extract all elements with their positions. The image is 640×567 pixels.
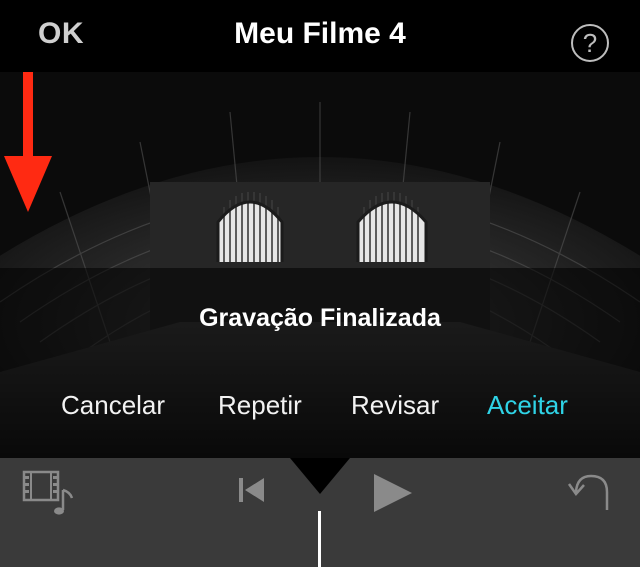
play-icon[interactable]	[372, 472, 414, 514]
annotation-arrow-icon	[4, 72, 52, 212]
film-music-icon[interactable]	[22, 470, 78, 516]
help-icon[interactable]: ?	[571, 24, 609, 62]
cancel-button[interactable]: Cancelar	[61, 390, 165, 421]
undo-icon[interactable]	[567, 470, 617, 512]
review-button[interactable]: Revisar	[351, 390, 439, 421]
skip-back-icon[interactable]	[238, 477, 266, 503]
video-preview: Gravação Finalizada Cancelar Repetir Rev…	[0, 72, 640, 458]
project-title: Meu Filme 4	[234, 17, 406, 50]
recording-actions: Cancelar Repetir Revisar Aceitar	[0, 390, 640, 430]
playhead-notch-icon	[290, 458, 350, 494]
accept-button[interactable]: Aceitar	[487, 390, 568, 421]
playhead[interactable]	[318, 511, 321, 567]
recording-status-title: Gravação Finalizada	[199, 304, 441, 332]
repeat-button[interactable]: Repetir	[218, 390, 302, 421]
navigation-bar: OK Meu Filme 4 ?	[0, 0, 640, 72]
